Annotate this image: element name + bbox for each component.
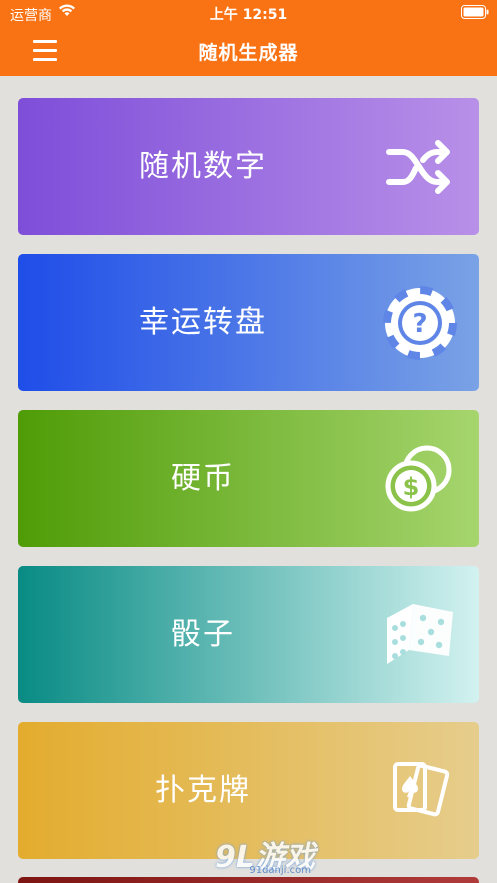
coins-icon: $ (385, 445, 452, 512)
battery-icon (461, 5, 489, 19)
card-label: 扑克牌 (155, 773, 251, 808)
svg-text:?: ? (412, 309, 427, 339)
card-label: 随机数字 (139, 149, 267, 184)
card-label: 骰子 (171, 617, 235, 652)
status-time: 上午 12:51 (209, 7, 288, 23)
svg-text:$: $ (403, 473, 420, 501)
dice-icon (387, 604, 453, 664)
roulette-chip-icon: ? (383, 286, 457, 360)
next-card[interactable] (18, 877, 479, 883)
dice-card[interactable]: 骰子 (18, 566, 479, 703)
lucky-wheel-card[interactable]: 幸运转盘 ? (18, 254, 479, 391)
top-bar: 运营商 上午 12:51 随机生成器 (0, 0, 497, 76)
status-bar: 运营商 上午 12:51 (0, 0, 497, 26)
random-number-card[interactable]: 随机数字 (18, 98, 479, 235)
shuffle-icon (386, 140, 450, 194)
coin-card[interactable]: 硬币 $ (18, 410, 479, 547)
watermark-url: 91danji.com (249, 865, 311, 876)
card-label: 幸运转盘 (139, 305, 267, 340)
card-label: 硬币 (171, 461, 235, 496)
page-title: 随机生成器 (198, 42, 299, 64)
playing-cards-icon (393, 762, 450, 817)
